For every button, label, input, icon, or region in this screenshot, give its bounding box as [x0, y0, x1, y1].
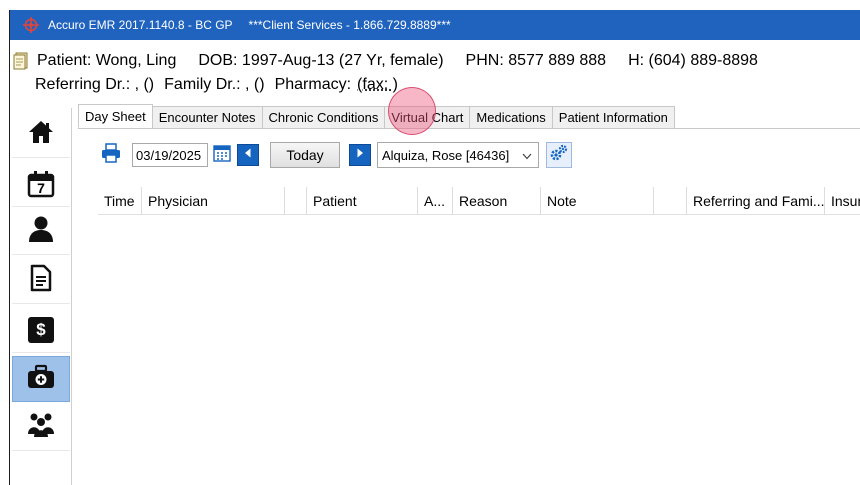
app-window: Accuro EMR 2017.1140.8 - BC GP ***Client…: [9, 10, 860, 485]
accuro-logo-icon: [20, 14, 42, 36]
sidebar-patient-button[interactable]: [12, 209, 70, 255]
home-icon: [27, 119, 55, 150]
calendar-icon: 7: [27, 170, 55, 198]
tab-virtual-chart[interactable]: Virtual Chart: [384, 106, 471, 128]
pharmacy-fax[interactable]: (fax: ): [357, 74, 398, 96]
billing-dollar-icon: $: [28, 316, 54, 343]
sidebar-medical-button[interactable]: [12, 356, 70, 402]
tab-patient-information[interactable]: Patient Information: [551, 106, 675, 128]
calendar-day-number: 7: [37, 179, 45, 196]
sidebar-scheduler-button[interactable]: 7: [12, 161, 70, 207]
patient-dob: DOB: 1997-Aug-13 (27 Yr, female): [198, 52, 444, 69]
family-doctor: Family Dr.: , (): [164, 76, 265, 93]
pharmacy-label: Pharmacy:: [274, 76, 352, 93]
patient-home-phone: H: (604) 889-8898: [628, 52, 758, 69]
next-day-button[interactable]: [349, 144, 371, 166]
title-bar: Accuro EMR 2017.1140.8 - BC GP ***Client…: [10, 10, 860, 40]
group-icon: [26, 412, 56, 443]
patient-phn: PHN: 8577 889 888: [465, 52, 607, 69]
chart-tabs: Day Sheet Encounter Notes Chronic Condit…: [78, 104, 860, 129]
column-insurer[interactable]: Insure: [825, 187, 860, 215]
calendar-picker-icon: [213, 144, 231, 167]
column-note[interactable]: Note: [541, 187, 654, 215]
sidebar-home-button[interactable]: [12, 112, 70, 158]
tab-chronic-conditions[interactable]: Chronic Conditions: [261, 106, 386, 128]
billing-dollar-sign: $: [36, 320, 46, 339]
patient-file-icon[interactable]: [13, 52, 31, 70]
person-icon: [28, 215, 54, 248]
today-button[interactable]: Today: [270, 142, 340, 168]
day-sheet-toolbar: 03/19/2025 Today Alquiza, Rose [46436]: [98, 142, 572, 168]
column-patient[interactable]: Patient: [307, 187, 418, 215]
sidebar-documents-button[interactable]: [12, 258, 70, 304]
column-age[interactable]: A...: [418, 187, 453, 215]
previous-day-button[interactable]: [237, 144, 259, 166]
printer-icon: [101, 142, 121, 168]
sidebar-billing-button[interactable]: $: [12, 307, 70, 353]
sidebar-group-button[interactable]: [12, 405, 70, 451]
client-services-text: ***Client Services - 1.866.729.8889***: [248, 18, 451, 32]
arrow-left-icon: [242, 146, 254, 164]
column-referring-family[interactable]: Referring and Fami...: [687, 187, 825, 215]
date-input[interactable]: 03/19/2025: [132, 143, 208, 167]
settings-button[interactable]: [546, 142, 572, 168]
document-icon: [30, 264, 52, 297]
physician-select-value: Alquiza, Rose [46436]: [382, 147, 510, 163]
chevron-down-icon: [522, 148, 532, 163]
tab-day-sheet[interactable]: Day Sheet: [78, 104, 153, 128]
app-title: Accuro EMR 2017.1140.8 - BC GP: [48, 18, 233, 32]
tab-encounter-notes[interactable]: Encounter Notes: [151, 106, 263, 128]
gears-icon: [549, 143, 569, 168]
column-blank-1[interactable]: [285, 187, 307, 215]
left-sidebar: 7 $: [10, 108, 72, 485]
physician-select[interactable]: Alquiza, Rose [46436]: [377, 142, 539, 168]
day-sheet-grid-header: Time Physician Patient A... Reason Note …: [98, 187, 860, 215]
patient-name: Patient: Wong, Ling: [37, 52, 177, 69]
tab-medications[interactable]: Medications: [469, 106, 553, 128]
arrow-right-icon: [354, 146, 366, 164]
referring-doctor: Referring Dr.: , (): [35, 76, 155, 93]
column-time[interactable]: Time: [98, 187, 142, 215]
column-blank-2[interactable]: [654, 187, 687, 215]
date-picker-button[interactable]: [211, 143, 233, 167]
patient-banner: Patient: Wong, Ling DOB: 1997-Aug-13 (27…: [10, 50, 860, 108]
column-reason[interactable]: Reason: [453, 187, 541, 215]
medical-bag-icon: [26, 364, 56, 395]
print-button[interactable]: [98, 142, 124, 168]
column-physician[interactable]: Physician: [142, 187, 285, 215]
